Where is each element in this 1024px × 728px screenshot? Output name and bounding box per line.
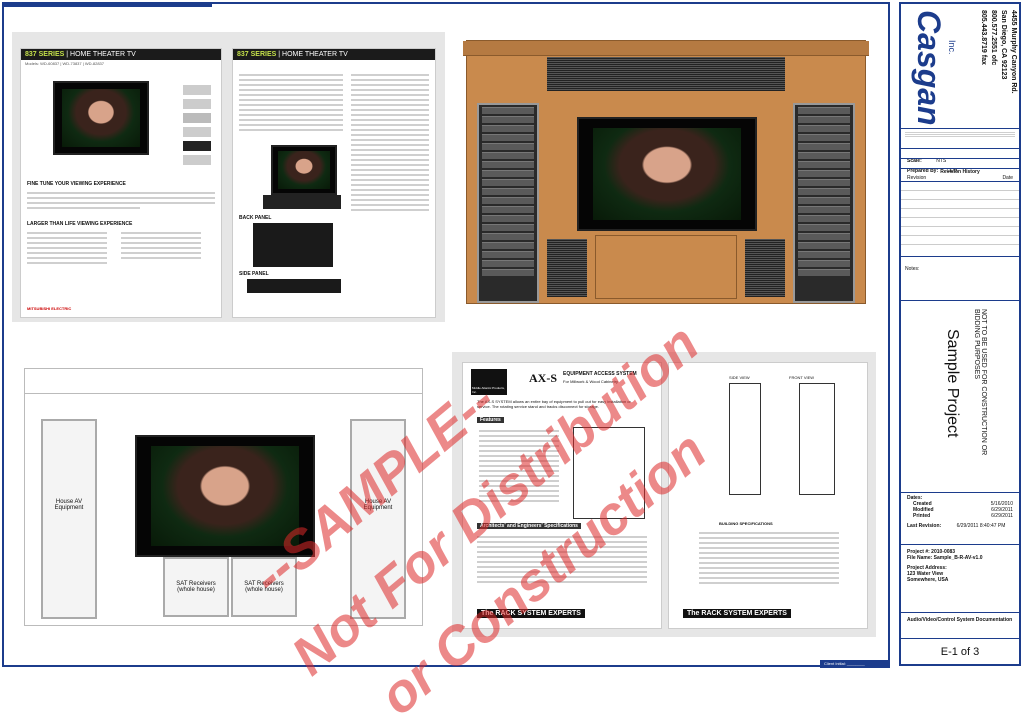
notes: Notes: — [901, 256, 1019, 299]
side-view-label: SIDE VIEW — [729, 375, 750, 380]
center-doors — [595, 235, 737, 299]
ax-title: AX-S — [529, 371, 558, 385]
tv-stand — [263, 195, 341, 209]
side-panel-image — [247, 279, 341, 293]
logo-column — [183, 83, 211, 203]
spec-header: 837 SERIES | HOME THEATER TV — [233, 49, 435, 60]
back-panel-label: BACK PANEL — [239, 215, 272, 221]
tv-image — [53, 81, 149, 155]
series-title: 837 SERIES — [25, 51, 65, 58]
feature-list-2 — [121, 229, 201, 262]
left-equipment-box: House AV Equipment — [41, 419, 97, 619]
tagline: FINE TUNE YOUR VIEWING EXPERIENCE — [27, 181, 126, 187]
spec-table-label: BUILDING SPECIFICATIONS — [719, 521, 773, 526]
top-grille — [547, 57, 785, 91]
product-line: HOME THEATER TV — [70, 51, 136, 58]
right-lower-grille — [745, 239, 785, 297]
front-view-drawing — [799, 383, 835, 495]
cabinet-rendering — [463, 40, 869, 304]
building-spec-table — [699, 529, 839, 587]
spec-product-line: HOME THEATER TV — [282, 51, 348, 58]
system-title: Audio/Video/Control System Documentation — [901, 612, 1019, 638]
title-block: Casgan Inc. 4455 Murphy Canyon Rd. San D… — [899, 2, 1021, 666]
feature-list — [21, 229, 113, 267]
spec-series-title: 837 SERIES — [237, 51, 277, 58]
brochure-page-1: 837 SERIES | HOME THEATER TV Models: WD-… — [20, 48, 222, 318]
sheet-number: E-1 of 3 — [901, 638, 1019, 667]
revision-history: Revision History Revision Date — [901, 168, 1019, 255]
left-lower-grille — [547, 239, 587, 297]
top-accent-bar — [2, 2, 212, 7]
front-view-label: FRONT VIEW — [789, 375, 815, 380]
company-address: 4455 Murphy Canyon Rd. San Diego, CA 921… — [980, 10, 1017, 94]
brand-logo: MITSUBISHI ELECTRIC — [27, 306, 72, 311]
client-initial: Client Initial: ________ — [820, 660, 890, 668]
side-view-drawing — [729, 383, 761, 495]
project-info-block: Project #: 2010-0083 File Name: Sample_B… — [901, 544, 1019, 612]
tv-stand-image — [271, 145, 337, 195]
drawing-footer: The RACK SYSTEM EXPERTS — [683, 609, 791, 618]
brochure-header: 837 SERIES | HOME THEATER TV — [21, 49, 221, 60]
company-logo: Casgan — [911, 10, 947, 126]
model-list: Models: WD-60837 | WD-73837 | WD-82837 — [25, 61, 104, 66]
spec-table-right — [351, 71, 429, 214]
project-title-block: Sample Project NOT TO BE USED FOR CONSTR… — [901, 300, 1019, 489]
project-title: Sample Project — [944, 329, 961, 438]
right-rack — [793, 103, 855, 303]
section-heading: LARGER THAN LIFE VIEWING EXPERIENCE — [27, 221, 133, 227]
crown-molding — [463, 41, 869, 56]
body-text — [21, 189, 221, 212]
sat-receiver-left: SAT Receivers (whole house) — [163, 557, 229, 617]
disclaimer — [901, 128, 1019, 145]
brochure-page-2: 837 SERIES | HOME THEATER TV BACK PANEL … — [232, 48, 436, 318]
technical-drawing-sheet: SIDE VIEW FRONT VIEW BUILDING SPECIFICAT… — [668, 362, 868, 629]
spec-table-left — [239, 71, 343, 134]
dates-block: Dates: Created 5/16/2010 Modified 6/29/201… — [901, 492, 1019, 540]
cabinet-tv — [577, 117, 757, 231]
side-panel-label: SIDE PANEL — [239, 271, 269, 277]
left-rack — [477, 103, 539, 303]
company-inc: Inc. — [947, 40, 957, 55]
back-panel-image — [253, 223, 333, 267]
wall-top-band — [25, 369, 422, 394]
project-disclaimer: NOT TO BE USED FOR CONSTRUCTION OR BIDDI… — [973, 309, 987, 456]
